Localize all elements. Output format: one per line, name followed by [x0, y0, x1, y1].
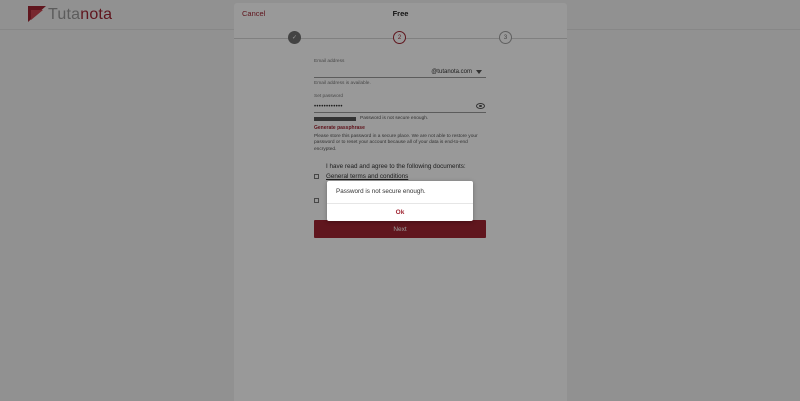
- alert-dialog: Password is not secure enough. Ok: [327, 181, 473, 221]
- ok-button[interactable]: Ok: [327, 209, 473, 216]
- alert-divider: [327, 203, 473, 204]
- alert-message: Password is not secure enough.: [336, 188, 426, 195]
